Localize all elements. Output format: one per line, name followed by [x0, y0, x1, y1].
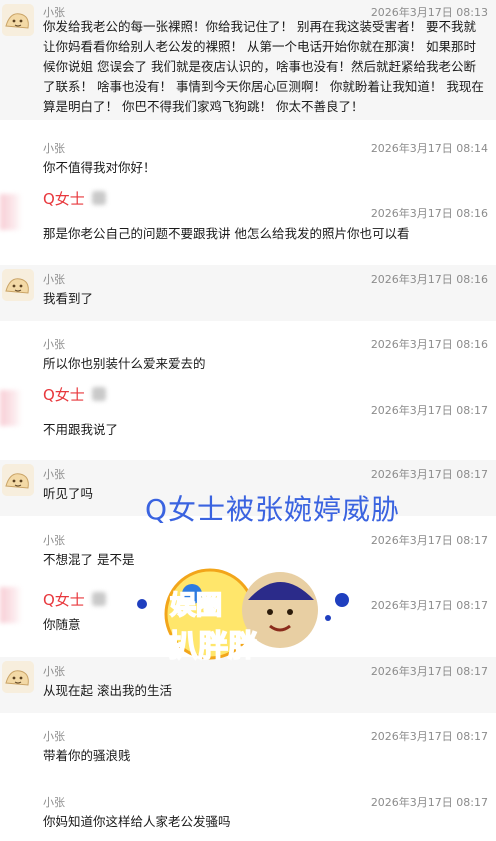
message-sender: 小张: [43, 338, 65, 351]
message-text: 你发给我老公的每一张裸照！你给我记住了！ 别再在我这装受害者！ 要不我就让你妈看…: [43, 19, 484, 114]
message-item: 小张 2026年3月17日 08:16 所以你也别装什么爱来爱去的: [0, 330, 496, 380]
message-item: 小张 2026年3月17日 08:17 你妈知道你这样给人家老公发骚吗: [0, 788, 496, 841]
message-sender: Q女士: [43, 591, 85, 609]
message-timestamp: 2026年3月17日 08:16: [370, 273, 488, 286]
message-timestamp: 2026年3月17日 08:16: [370, 207, 488, 220]
avatar-xiaozhang[interactable]: [2, 464, 34, 496]
message-text: 带着你的骚浪贱: [43, 748, 131, 763]
sender-redaction: [92, 592, 106, 606]
message-timestamp: 2026年3月17日 08:17: [370, 534, 488, 547]
avatar-q-blurred[interactable]: [0, 390, 22, 426]
message-timestamp: 2026年3月17日 08:17: [370, 599, 488, 612]
message-sender: 小张: [43, 534, 65, 547]
message-item: 小张 2026年3月17日 08:14 你不值得我对你好！: [0, 136, 496, 186]
avatar-xiaozhang[interactable]: [2, 4, 34, 36]
watermark-line2: 扒胖胖: [168, 629, 258, 664]
message-text: 我看到了: [43, 291, 94, 306]
message-timestamp: 2026年3月17日 08:17: [370, 468, 488, 481]
avatar-q-blurred[interactable]: [0, 587, 22, 623]
sender-redaction: [92, 191, 106, 205]
message-sender: 小张: [43, 468, 65, 481]
message-sender: Q女士: [43, 386, 85, 404]
message-sender: 小张: [43, 142, 65, 155]
message-sender: Q女士: [43, 190, 85, 208]
watermark-logo: 娱圈 扒胖胖: [137, 568, 349, 665]
message-timestamp: 2026年3月17日 08:16: [370, 338, 488, 351]
sender-redaction: [92, 387, 106, 401]
message-item: 小张 2026年3月17日 08:17 带着你的骚浪贱: [0, 722, 496, 772]
message-text: 不用跟我说了: [43, 422, 119, 437]
message-text: 从现在起 滚出我的生活: [43, 683, 172, 698]
message-sender: 小张: [43, 273, 65, 286]
avatar-xiaozhang[interactable]: [2, 661, 34, 693]
message-sender: 小张: [43, 730, 65, 743]
message-timestamp: 2026年3月17日 08:17: [370, 796, 488, 809]
message-item: Q女士 2026年3月17日 08:16 那是你老公自己的问题不要跟我讲 他怎么…: [0, 188, 496, 254]
message-item: 小张 2026年3月17日 08:13 你发给我老公的每一张裸照！你给我记住了！…: [0, 0, 496, 120]
avatar-xiaozhang[interactable]: [2, 269, 34, 301]
message-text: 你不值得我对你好！: [43, 160, 156, 175]
message-timestamp: 2026年3月17日 08:14: [370, 142, 488, 155]
message-sender: 小张: [43, 665, 65, 678]
avatar-q-blurred[interactable]: [0, 194, 22, 230]
message-timestamp: 2026年3月17日 08:17: [370, 404, 488, 417]
message-sender: 小张: [43, 796, 65, 809]
overlay-caption: Q女士被张婉婷威胁: [145, 493, 401, 526]
message-item: 小张 2026年3月17日 08:16 我看到了: [0, 265, 496, 321]
message-item: Q女士 2026年3月17日 08:17 不用跟我说了: [0, 384, 496, 446]
message-text: 所以你也别装什么爱来爱去的: [43, 356, 206, 371]
chat-history: 小张 2026年3月17日 08:13 你发给我老公的每一张裸照！你给我记住了！…: [0, 0, 496, 841]
message-text: 那是你老公自己的问题不要跟我讲 他怎么给我发的照片你也可以看: [43, 226, 410, 241]
message-text: 你妈知道你这样给人家老公发骚吗: [43, 814, 231, 829]
message-timestamp: 2026年3月17日 08:17: [370, 665, 488, 678]
watermark-line1: 娱圈: [170, 591, 222, 621]
message-timestamp: 2026年3月17日 08:17: [370, 730, 488, 743]
